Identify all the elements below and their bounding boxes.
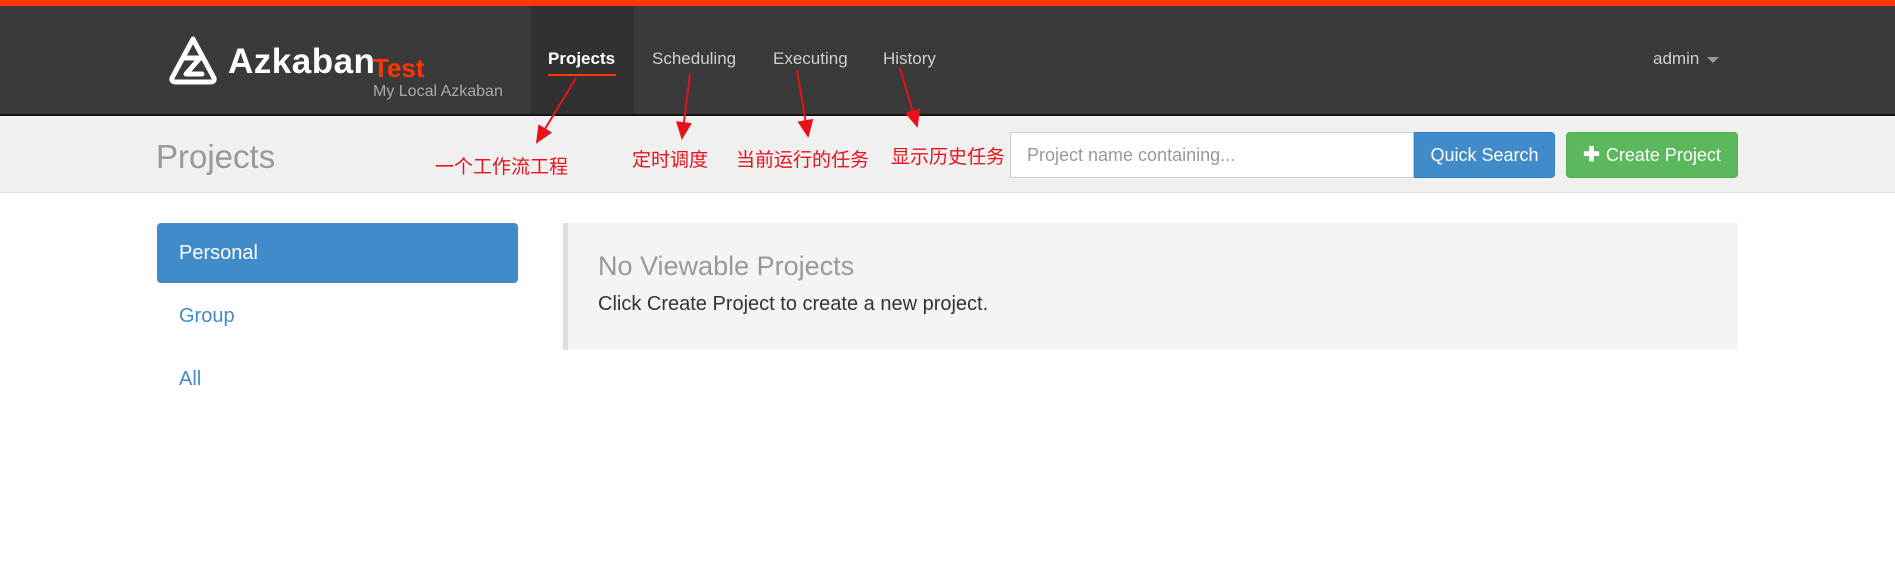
plus-icon: ✚: [1583, 144, 1600, 166]
create-project-label: Create Project: [1605, 145, 1721, 165]
annotation-history: 显示历史任务: [891, 147, 1006, 168]
top-navbar: Azkaban Test My Local Azkaban Projects S…: [0, 6, 1895, 116]
sidebar-item-all[interactable]: All: [157, 349, 518, 409]
nav-executing-label: Executing: [773, 49, 848, 68]
nav-projects-label: Projects: [548, 49, 616, 68]
nav-scheduling-label: Scheduling: [652, 49, 737, 68]
page-title: Projects: [156, 138, 276, 175]
empty-state-text: Click Create Project to create a new pro…: [598, 293, 989, 315]
nav-history[interactable]: History: [883, 6, 936, 114]
sidebar-item-personal[interactable]: Personal: [157, 223, 518, 283]
create-project-button[interactable]: ✚ Create Project: [1566, 132, 1738, 178]
sidebar-item-group[interactable]: Group: [157, 286, 518, 346]
nav-projects[interactable]: Projects: [530, 6, 634, 114]
empty-projects-panel: No Viewable Projects Click Create Projec…: [563, 223, 1738, 350]
user-menu[interactable]: admin: [1653, 47, 1720, 71]
quick-search-button[interactable]: Quick Search: [1414, 132, 1555, 178]
brand-name: Azkaban: [228, 42, 376, 81]
nav-executing[interactable]: Executing: [773, 6, 848, 114]
brand-environment: Test: [373, 53, 425, 83]
azkaban-logo-icon: [169, 36, 217, 85]
user-name: admin: [1653, 49, 1700, 68]
annotation-executing: 当前运行的任务: [736, 150, 870, 171]
annotation-scheduling: 定时调度: [632, 150, 709, 171]
brand-subtitle: My Local Azkaban: [373, 83, 503, 100]
project-search-input[interactable]: [1010, 132, 1414, 178]
nav-active-underline: [548, 74, 616, 76]
caret-down-icon: [1707, 56, 1720, 63]
nav-scheduling[interactable]: Scheduling: [652, 6, 736, 114]
empty-state-title: No Viewable Projects: [598, 251, 855, 281]
nav-history-label: History: [883, 49, 936, 68]
annotation-projects: 一个工作流工程: [435, 157, 569, 178]
